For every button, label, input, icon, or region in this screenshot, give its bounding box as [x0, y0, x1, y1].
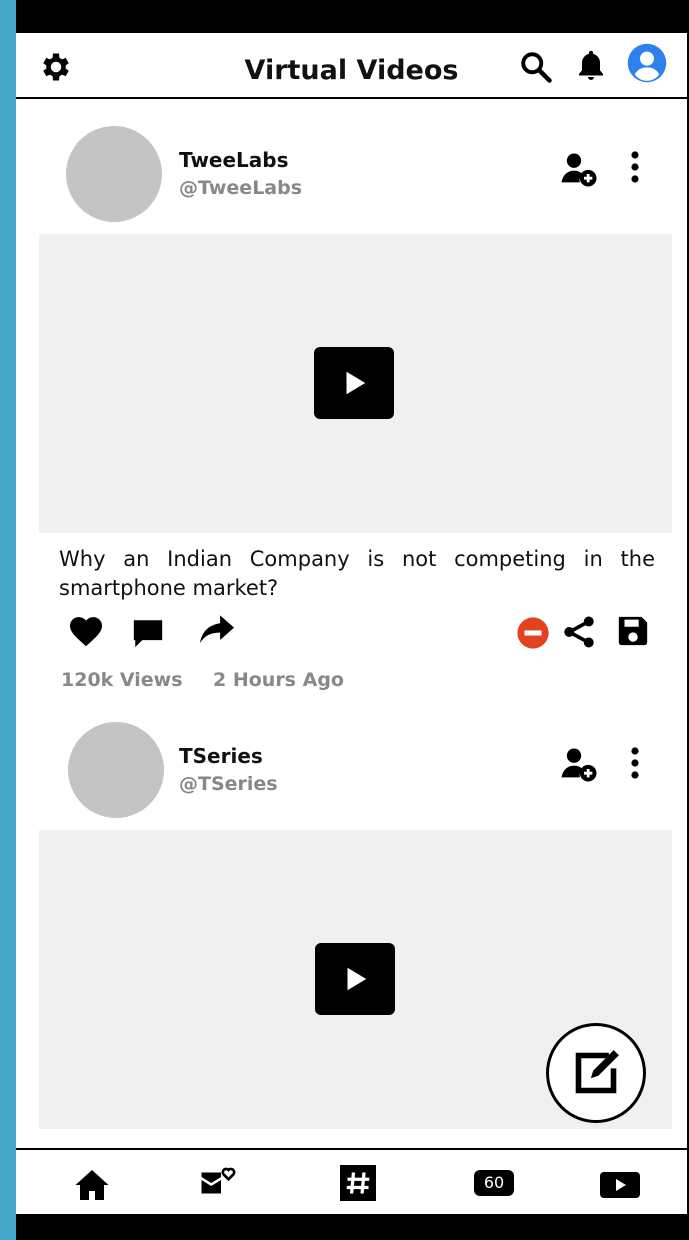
- channel-name[interactable]: TSeries: [179, 744, 263, 768]
- phone-frame: Virtual Videos TweeLabs @TweeLabs Why an…: [16, 0, 689, 1240]
- mail-heart-icon[interactable]: [198, 1162, 238, 1198]
- remove-icon[interactable]: [516, 616, 550, 650]
- play-button[interactable]: [315, 943, 395, 1015]
- play-icon[interactable]: [600, 1172, 640, 1198]
- view-count: 120k Views: [61, 669, 183, 691]
- hashtag-icon[interactable]: [340, 1165, 376, 1201]
- app-screen: Virtual Videos TweeLabs @TweeLabs Why an…: [16, 33, 687, 1214]
- channel-avatar[interactable]: [66, 126, 162, 222]
- video-caption: Why an Indian Company is not competing i…: [59, 547, 655, 600]
- save-floppy-icon[interactable]: [616, 614, 650, 648]
- bell-icon[interactable]: [573, 47, 609, 83]
- compose-button[interactable]: [546, 1023, 646, 1123]
- search-icon[interactable]: [518, 49, 554, 85]
- more-options-icon[interactable]: [628, 150, 642, 184]
- user-avatar-icon[interactable]: [626, 42, 668, 84]
- home-icon[interactable]: [74, 1168, 110, 1202]
- share-nodes-icon[interactable]: [561, 614, 597, 650]
- play-button[interactable]: [314, 347, 394, 419]
- channel-name[interactable]: TweeLabs: [179, 148, 289, 172]
- channel-avatar[interactable]: [68, 722, 164, 818]
- channel-handle: @TSeries: [179, 773, 278, 795]
- follow-user-icon[interactable]: [559, 744, 599, 784]
- like-heart-icon[interactable]: [68, 615, 104, 647]
- post-time: 2 Hours Ago: [213, 669, 344, 691]
- channel-handle: @TweeLabs: [179, 177, 303, 199]
- edit-icon: [568, 1045, 624, 1101]
- video-thumbnail[interactable]: [39, 234, 672, 533]
- follow-user-icon[interactable]: [559, 149, 599, 189]
- more-options-icon[interactable]: [628, 746, 642, 780]
- top-app-bar: Virtual Videos: [16, 33, 687, 99]
- bottom-navigation: 60: [16, 1148, 687, 1214]
- sixty-badge[interactable]: 60: [474, 1170, 514, 1196]
- comment-icon[interactable]: [131, 616, 165, 650]
- share-arrow-icon[interactable]: [198, 613, 236, 647]
